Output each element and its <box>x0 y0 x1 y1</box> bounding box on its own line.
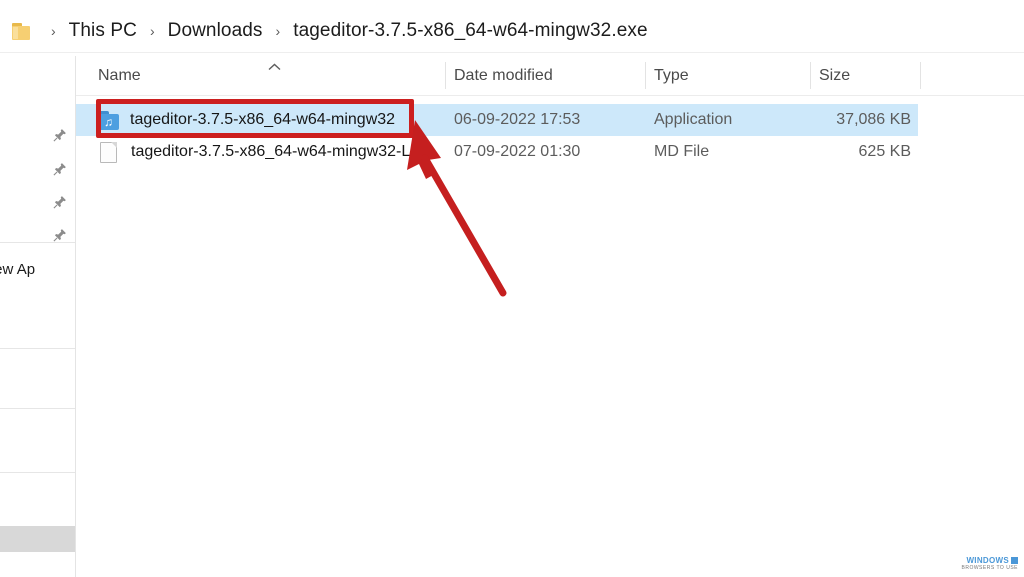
breadcrumb-item-this-pc[interactable]: This PC <box>67 18 139 44</box>
cell-name[interactable]: ♫ tageditor-3.7.5-x86_64-w64-mingw32 <box>98 104 395 136</box>
nav-item-label: ds <box>0 531 76 548</box>
nav-item-7[interactable]: tor <box>0 323 76 349</box>
cell-size: 625 KB <box>858 143 911 160</box>
nav-item-2[interactable]: ds <box>0 156 76 182</box>
watermark-mark-icon <box>1011 556 1018 564</box>
column-header-type[interactable]: Type <box>654 67 689 85</box>
address-bar-divider <box>0 52 1024 53</box>
column-divider-type[interactable] <box>810 62 811 89</box>
nav-item-0[interactable]: s <box>0 82 76 108</box>
nav-item-label: App <box>0 295 76 312</box>
column-header-date[interactable]: Date modified <box>454 67 553 85</box>
pin-icon[interactable] <box>53 128 67 142</box>
pin-icon[interactable] <box>53 195 67 209</box>
cell-type: Application <box>654 111 733 128</box>
column-header-name[interactable]: Name <box>98 67 141 85</box>
file-list-area[interactable]: Name Date modified Type Size ♫ tageditor-3.7… <box>76 56 1024 577</box>
nav-item-label: ds <box>0 161 53 178</box>
navigation-pane[interactable]: s ds ts Preview Ap App tor ts ts ds <box>0 56 76 577</box>
nav-item-1[interactable] <box>0 122 76 148</box>
nav-item-9[interactable]: ts <box>0 494 76 520</box>
nav-item-label: ts <box>0 435 76 452</box>
cell-name[interactable]: tageditor-3.7.5-x86_64-w64-mingw32-LI... <box>98 136 428 168</box>
blank-document-icon <box>100 141 117 163</box>
column-divider-date[interactable] <box>645 62 646 89</box>
file-name-label: tageditor-3.7.5-x86_64-w64-mingw32 <box>130 111 396 128</box>
nav-item-label: Preview Ap <box>0 260 36 278</box>
column-header-row[interactable]: Name Date modified Type Size <box>76 56 1024 96</box>
app-music-icon: ♫ <box>98 110 119 130</box>
nav-divider-1 <box>0 348 76 349</box>
cell-type: MD File <box>654 143 710 160</box>
nav-divider-3 <box>0 472 76 473</box>
file-name-label: tageditor-3.7.5-x86_64-w64-mingw32-LI... <box>131 143 429 160</box>
chevron-up-icon <box>268 58 281 71</box>
nav-item-label: ts <box>0 194 53 211</box>
nav-divider-2 <box>0 408 76 409</box>
nav-item-6[interactable]: App <box>0 290 76 316</box>
breadcrumb-separator: › <box>149 23 155 39</box>
column-header-size[interactable]: Size <box>819 67 850 85</box>
pin-icon[interactable] <box>53 162 67 176</box>
cell-date-modified: 06-09-2022 17:53 <box>454 111 581 128</box>
file-explorer-window: › This PC › Downloads › tageditor-3.7.5-… <box>0 0 1024 577</box>
table-row[interactable]: ♫ tageditor-3.7.5-x86_64-w64-mingw32 06-09… <box>76 104 918 136</box>
breadcrumb-item-downloads[interactable]: Downloads <box>166 18 265 44</box>
nav-item-label: tor <box>0 328 76 345</box>
nav-item-3[interactable]: ts <box>0 189 76 215</box>
nav-item-4[interactable] <box>0 222 76 248</box>
breadcrumb-item-current-file[interactable]: tageditor-3.7.5-x86_64-w64-mingw32.exe <box>291 18 649 44</box>
column-header-divider <box>76 95 1024 96</box>
watermark: WINDOWS BROWSERS TO USE <box>961 556 1018 571</box>
watermark-tagline: BROWSERS TO USE <box>961 564 1018 571</box>
nav-item-5[interactable]: Preview Ap <box>0 256 76 282</box>
breadcrumb-separator: › <box>51 23 56 39</box>
nav-item-label: ts <box>0 499 76 516</box>
pin-icon[interactable] <box>53 228 67 242</box>
column-divider-name[interactable] <box>445 62 446 89</box>
cell-date-modified: 07-09-2022 01:30 <box>454 143 581 160</box>
column-divider-size[interactable] <box>920 62 921 89</box>
table-row[interactable]: tageditor-3.7.5-x86_64-w64-mingw32-LI...… <box>76 136 918 168</box>
cell-size: 37,086 KB <box>836 111 911 128</box>
nav-divider-0 <box>0 242 76 243</box>
address-bar[interactable]: › This PC › Downloads › tageditor-3.7.5-… <box>0 8 1024 54</box>
nav-item-8[interactable]: ts <box>0 430 76 456</box>
nav-item-label: s <box>0 87 76 104</box>
folder-icon <box>12 22 31 40</box>
nav-item-10[interactable]: ds <box>0 526 76 552</box>
breadcrumb-separator: › <box>275 23 281 39</box>
